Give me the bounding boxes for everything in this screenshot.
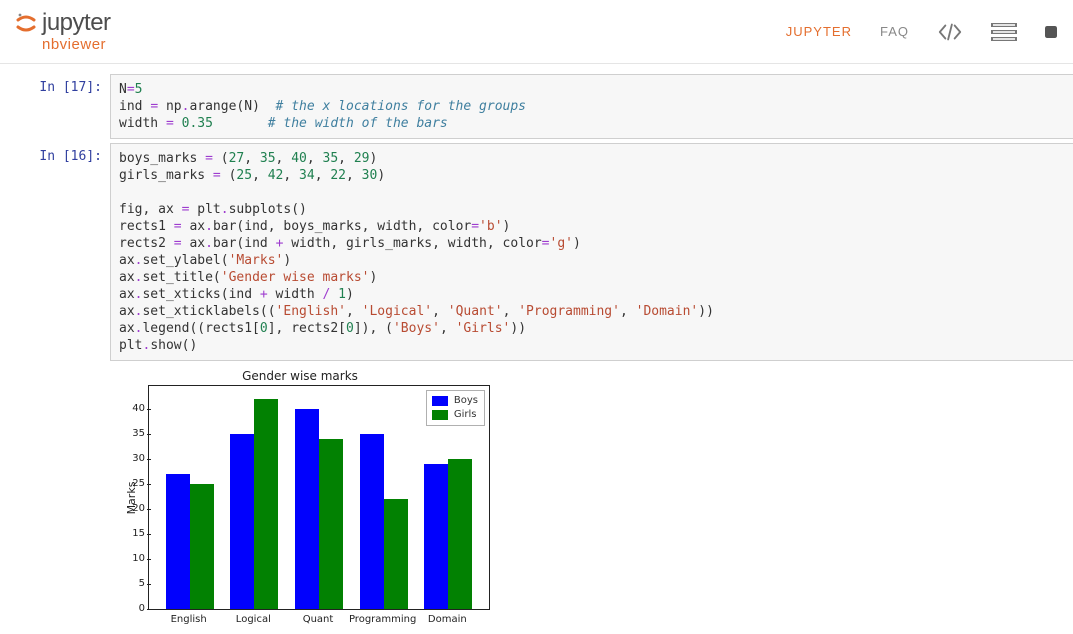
input-prompt: In [17]: xyxy=(0,74,110,139)
chart-title: Gender wise marks xyxy=(110,369,490,383)
bar-girls xyxy=(448,459,472,609)
bar-group xyxy=(424,459,472,609)
notebook: In [17]: N=5 ind = np.arange(N) # the x … xyxy=(0,64,1073,630)
partial-icon[interactable] xyxy=(1045,22,1057,42)
code-input[interactable]: boys_marks = (27, 35, 40, 35, 29) girls_… xyxy=(110,143,1073,361)
chart-legend: Boys Girls xyxy=(426,390,485,426)
ytick: 0 xyxy=(139,604,145,614)
legend-row-girls: Girls xyxy=(432,408,478,422)
bar-group xyxy=(295,409,343,609)
nav-faq[interactable]: FAQ xyxy=(880,24,909,39)
legend-label-girls: Girls xyxy=(454,408,477,422)
code-icon[interactable] xyxy=(937,22,963,42)
bar-girls xyxy=(319,439,343,609)
ytick: 25 xyxy=(132,479,145,489)
bar-girls xyxy=(190,484,214,609)
xlabel: Domain xyxy=(428,614,467,625)
chart-output: Gender wise marks Marks 0510152025303540… xyxy=(110,365,1073,630)
chart-plot: Marks 0510152025303540 Boys Girls xyxy=(148,385,490,610)
code-cell-17: In [17]: N=5 ind = np.arange(N) # the x … xyxy=(0,74,1073,139)
nav-jupyter[interactable]: JUPYTER xyxy=(786,24,852,39)
bar-girls xyxy=(254,399,278,609)
ytick: 40 xyxy=(132,404,145,414)
bar-boys xyxy=(424,464,448,609)
bar-group xyxy=(360,434,408,609)
ytick: 15 xyxy=(132,529,145,539)
xlabel: Quant xyxy=(303,614,334,625)
chart: Gender wise marks Marks 0510152025303540… xyxy=(110,369,490,630)
bar-girls xyxy=(384,499,408,609)
bar-boys xyxy=(166,474,190,609)
jupyter-icon xyxy=(16,13,36,37)
output-prompt xyxy=(0,365,110,630)
bar-boys xyxy=(360,434,384,609)
logo-main: jupyter xyxy=(42,11,111,35)
chart-xlabels: English Logical Quant Programming Domain xyxy=(148,614,490,630)
ytick: 35 xyxy=(132,429,145,439)
bar-group xyxy=(166,474,214,609)
chart-yticks: 0510152025303540 xyxy=(121,386,145,609)
legend-swatch-boys xyxy=(432,396,448,406)
header: jupyter nbviewer JUPYTER FAQ xyxy=(0,0,1073,64)
ytick: 20 xyxy=(132,504,145,514)
bar-boys xyxy=(295,409,319,609)
code-input[interactable]: N=5 ind = np.arange(N) # the x locations… xyxy=(110,74,1073,139)
legend-swatch-girls xyxy=(432,410,448,420)
input-prompt: In [16]: xyxy=(0,143,110,361)
nav: JUPYTER FAQ xyxy=(786,22,1057,42)
xlabel: Programming xyxy=(349,614,416,625)
legend-label-boys: Boys xyxy=(454,394,478,408)
ytick: 30 xyxy=(132,454,145,464)
lines-icon[interactable] xyxy=(991,22,1017,42)
bar-group xyxy=(230,399,278,609)
logo[interactable]: jupyter nbviewer xyxy=(16,11,111,52)
ytick: 5 xyxy=(139,579,145,589)
ytick: 10 xyxy=(132,554,145,564)
xlabel: English xyxy=(171,614,207,625)
logo-text: jupyter nbviewer xyxy=(42,11,111,52)
legend-row-boys: Boys xyxy=(432,394,478,408)
xlabel: Logical xyxy=(236,614,271,625)
output-cell: Gender wise marks Marks 0510152025303540… xyxy=(0,365,1073,630)
logo-sub: nbviewer xyxy=(42,37,111,52)
bar-boys xyxy=(230,434,254,609)
code-cell-16: In [16]: boys_marks = (27, 35, 40, 35, 2… xyxy=(0,143,1073,361)
